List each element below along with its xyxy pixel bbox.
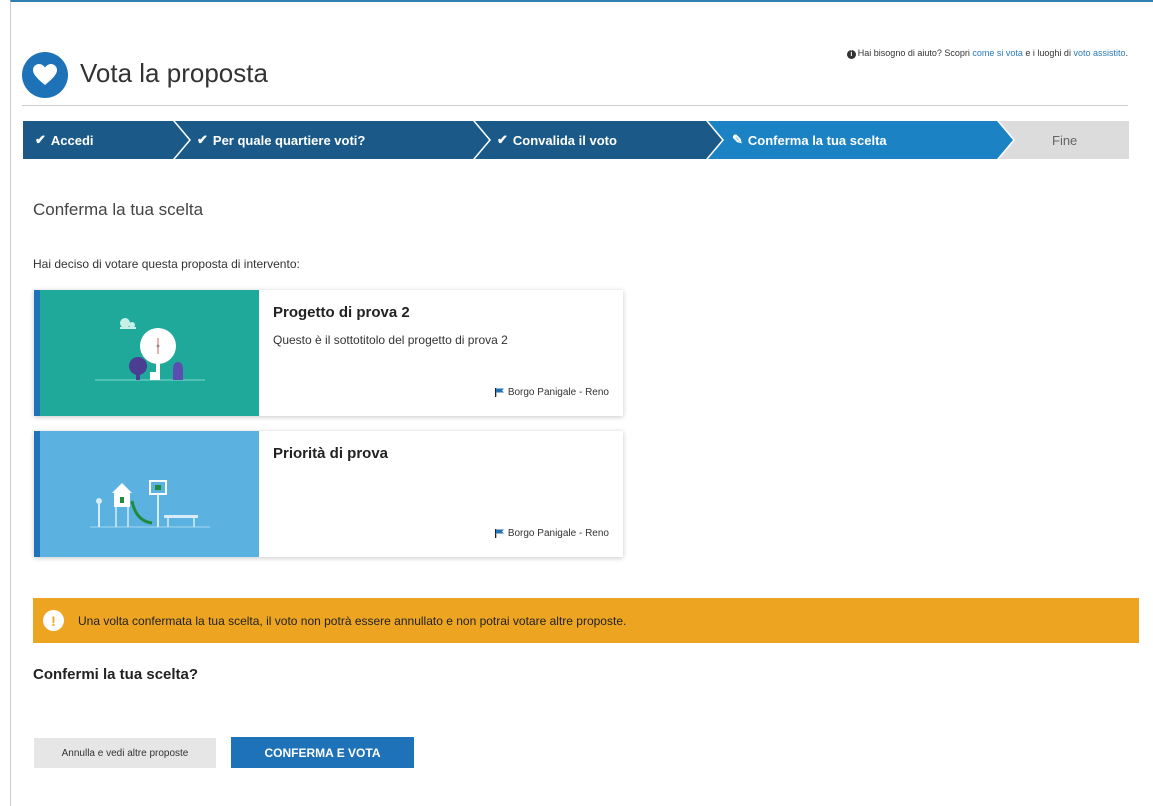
card-title: Priorità di prova — [273, 445, 389, 462]
step-accedi: ✔ Accedi — [35, 121, 94, 159]
intro-text: Hai deciso di votare questa proposta di … — [33, 257, 300, 271]
park-tree-icon — [95, 318, 205, 381]
card-subtitle: Questo è il sottotitolo del progetto di … — [273, 333, 508, 347]
info-icon: i — [846, 50, 856, 59]
checkmark-icon: ✔ — [35, 132, 46, 147]
help-prefix: Hai bisogno di aiuto? Scopri — [857, 48, 973, 58]
card-location: Borgo Panigale - Reno — [494, 387, 609, 398]
progress-steps: ✔ Accedi ✔ Per quale quartiere voti? ✔ Conv… — [23, 121, 1129, 159]
location-label: Borgo Panigale - Reno — [507, 387, 609, 398]
page-header: Vota la proposta i Hai bisogno di aiuto? … — [22, 44, 1128, 106]
exclamation-icon: ! — [43, 610, 64, 631]
location-label: Borgo Panigale - Reno — [507, 528, 609, 539]
confirm-question: Confermi la tua scelta? — [33, 666, 199, 683]
card-location: Borgo Panigale - Reno — [494, 528, 609, 539]
help-suffix: . — [1125, 48, 1128, 58]
help-middle: e i luoghi di — [1022, 48, 1074, 58]
page-title: Vota la proposta — [80, 58, 268, 88]
checkmark-icon: ✔ — [197, 132, 208, 147]
help-text: i Hai bisogno di aiuto? Scopri come si vo… — [846, 48, 1128, 59]
step-convalida: ✔ Convalida il voto — [497, 121, 617, 159]
pencil-icon: ✎ — [732, 132, 743, 147]
flag-icon — [494, 529, 504, 538]
step-label: Convalida il voto — [512, 132, 617, 148]
card-title: Progetto di prova 2 — [273, 304, 410, 321]
assisted-voting-link[interactable]: voto assistito — [1073, 48, 1125, 58]
step-quartiere: ✔ Per quale quartiere voti? — [197, 121, 365, 159]
confirm-vote-button[interactable]: CONFERMA E VOTA — [231, 737, 414, 768]
step-label: Conferma la tua scelta — [747, 132, 887, 148]
step-fine: Fine — [1052, 121, 1077, 159]
card-illustration — [40, 290, 259, 416]
proposal-card-1[interactable]: Progetto di prova 2 Questo è il sottotit… — [34, 290, 623, 416]
playground-icon — [90, 480, 210, 528]
cancel-button[interactable]: Annulla e vedi altre proposte — [34, 738, 216, 768]
heart-icon — [22, 52, 68, 98]
card-illustration — [40, 431, 259, 557]
step-label: Fine — [1052, 132, 1078, 148]
how-to-vote-link[interactable]: come si vota — [972, 48, 1023, 58]
section-title: Conferma la tua scelta — [33, 200, 204, 219]
proposal-card-2[interactable]: Priorità di prova Borgo Panigale - Reno — [34, 431, 623, 557]
step-label: Accedi — [50, 132, 94, 148]
checkmark-icon: ✔ — [497, 132, 508, 147]
step-conferma: ✎ Conferma la tua scelta — [732, 121, 887, 159]
warning-banner: ! Una volta confermata la tua scelta, il… — [33, 598, 1139, 643]
step-label: Per quale quartiere voti? — [212, 132, 366, 148]
flag-icon — [494, 388, 504, 397]
warning-text: Una volta confermata la tua scelta, il v… — [78, 613, 627, 628]
